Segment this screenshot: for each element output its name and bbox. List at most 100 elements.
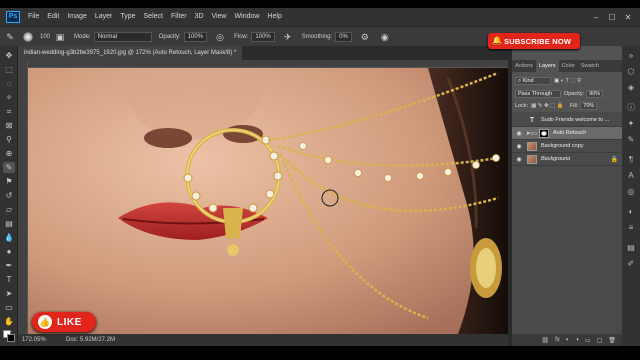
pressure-opacity-icon[interactable]: ◎ bbox=[214, 31, 226, 43]
opacity-field[interactable]: 100% bbox=[183, 31, 208, 42]
brush-settings-icon[interactable]: ▣ bbox=[54, 31, 66, 43]
menu-help[interactable]: Help bbox=[263, 8, 285, 26]
lock-fill-row: Lock: ▦ ✎ ✥ ⬚ 🔒 Fill: 70% bbox=[515, 101, 619, 111]
hand-tool-icon[interactable]: ✋ bbox=[3, 316, 15, 327]
filter-icons[interactable]: ▣ ◐ T ⬚ ⚲ bbox=[554, 78, 581, 84]
layer-name: Sudo Friends welcome to ... bbox=[541, 117, 610, 123]
expand-panels-icon[interactable]: » bbox=[625, 50, 637, 62]
layers-icon[interactable]: ◈ bbox=[625, 82, 637, 94]
eraser-icon[interactable]: ▱ bbox=[3, 204, 15, 215]
properties-icon[interactable]: ≡ bbox=[625, 222, 637, 234]
paragraph-icon[interactable]: ¶ bbox=[625, 154, 637, 166]
brush-preset-picker[interactable] bbox=[23, 31, 33, 42]
blend-opacity-row: Pass Through Opacity: 90% bbox=[515, 89, 619, 99]
menu-filter[interactable]: Filter bbox=[167, 8, 191, 26]
add-mask-icon[interactable]: ◐ bbox=[566, 337, 570, 343]
airbrush-icon[interactable]: ✈ bbox=[282, 31, 294, 43]
eyedropper-icon[interactable]: ⚲ bbox=[3, 134, 15, 145]
history-brush-icon[interactable]: ↺ bbox=[3, 190, 15, 201]
bulb-icon[interactable]: ✦ bbox=[625, 118, 637, 130]
lock-icons[interactable]: ▦ ✎ ✥ ⬚ 🔒 bbox=[531, 103, 564, 109]
like-label: LIKE bbox=[57, 316, 82, 328]
background-color-swatch[interactable] bbox=[7, 334, 15, 342]
pen-tool-icon[interactable]: ✒ bbox=[3, 260, 15, 271]
new-group-icon[interactable]: ▭ bbox=[585, 337, 591, 344]
menu-edit[interactable]: Edit bbox=[43, 8, 63, 26]
menu-image[interactable]: Image bbox=[63, 8, 90, 26]
path-selection-icon[interactable]: ➤ bbox=[3, 288, 15, 299]
brush-tool-icon[interactable]: ✎ bbox=[3, 162, 15, 173]
gradient-tool-icon[interactable]: ▤ bbox=[3, 218, 15, 229]
menu-select[interactable]: Select bbox=[140, 8, 167, 26]
link-layers-icon[interactable]: ⛓ bbox=[541, 337, 549, 344]
pressure-size-icon[interactable]: ◉ bbox=[379, 31, 391, 43]
blur-tool-icon[interactable]: 💧 bbox=[3, 232, 15, 243]
healing-brush-icon[interactable]: ⊕ bbox=[3, 148, 15, 159]
smoothing-options-icon[interactable]: ⚙ bbox=[359, 31, 371, 43]
info-icon[interactable]: ⓘ bbox=[625, 102, 637, 114]
trash-icon[interactable]: 🗑 bbox=[608, 337, 616, 344]
opacity-label: Opacity: bbox=[564, 91, 585, 97]
subscribe-button[interactable]: 🔔 SUBSCRIBE NOW bbox=[488, 33, 580, 49]
move-tool-icon[interactable]: ✥ bbox=[3, 50, 15, 61]
minimize-button[interactable]: – bbox=[588, 13, 604, 22]
layer-row[interactable]: T Sudo Friends welcome to ... bbox=[512, 114, 622, 127]
like-button[interactable]: 👍 LIKE bbox=[32, 312, 96, 332]
brush-settings-icon[interactable]: ✎ bbox=[625, 134, 637, 146]
photoshop-logo: Ps bbox=[6, 11, 20, 23]
blend-mode-select[interactable]: Pass Through bbox=[515, 90, 561, 98]
document-tab[interactable]: indian-wedding-g3b2be3975_1920.jpg @ 172… bbox=[18, 46, 243, 60]
vertical-ruler[interactable] bbox=[18, 60, 28, 334]
tab-swatch[interactable]: Swatch bbox=[578, 60, 602, 72]
crop-tool-icon[interactable]: ⌗ bbox=[3, 106, 15, 117]
character-icon[interactable]: A bbox=[625, 170, 637, 182]
layer-opacity-field[interactable]: 90% bbox=[586, 90, 604, 98]
new-layer-icon[interactable]: ▢ bbox=[597, 337, 603, 344]
layer-row[interactable]: ◉ Background copy bbox=[512, 140, 622, 153]
tab-actions[interactable]: Actions bbox=[512, 60, 536, 72]
adjustment-layer-icon[interactable]: ◑ bbox=[575, 337, 579, 343]
clone-stamp-icon[interactable]: ⚑ bbox=[3, 176, 15, 187]
menu-file[interactable]: File bbox=[24, 8, 43, 26]
menu-window[interactable]: Window bbox=[231, 8, 264, 26]
close-button[interactable]: ✕ bbox=[620, 13, 636, 22]
lasso-tool-icon[interactable]: ◌ bbox=[3, 78, 15, 89]
3d-icon[interactable]: ⬡ bbox=[625, 66, 637, 78]
kind-filter-select[interactable]: ⌕ Kind bbox=[515, 77, 551, 85]
glyphs-icon[interactable]: ◎ bbox=[625, 186, 637, 198]
eye-icon[interactable]: ◉ bbox=[515, 130, 523, 137]
paths-icon[interactable]: ✐ bbox=[625, 258, 637, 270]
layer-mask-thumbnail[interactable] bbox=[539, 128, 549, 138]
mode-label: Mode: bbox=[74, 33, 91, 40]
smoothing-field[interactable]: 0% bbox=[335, 31, 352, 42]
fill-field[interactable]: 70% bbox=[580, 102, 598, 110]
fx-icon[interactable]: fx bbox=[555, 337, 560, 343]
marquee-tool-icon[interactable]: ⬚ bbox=[3, 64, 15, 75]
dodge-tool-icon[interactable]: ● bbox=[3, 246, 15, 257]
channels-icon[interactable]: ▤ bbox=[625, 242, 637, 254]
eye-icon[interactable]: ◉ bbox=[515, 156, 523, 163]
type-tool-icon[interactable]: T bbox=[3, 274, 15, 285]
menu-view[interactable]: View bbox=[208, 8, 231, 26]
mode-select[interactable]: Normal bbox=[93, 31, 152, 42]
shape-tool-icon[interactable]: ▭ bbox=[3, 302, 15, 313]
layer-row[interactable]: ◉ Background 🔒 bbox=[512, 153, 622, 166]
layers-list: T Sudo Friends welcome to ... ◉ ▸▭ Auto … bbox=[512, 112, 622, 334]
horizontal-ruler[interactable] bbox=[28, 60, 508, 68]
tab-color[interactable]: Color bbox=[559, 60, 578, 72]
eye-icon[interactable]: ◉ bbox=[515, 143, 523, 150]
tab-layers[interactable]: Layers bbox=[536, 60, 559, 72]
flow-field[interactable]: 100% bbox=[251, 31, 275, 42]
maximize-button[interactable]: ☐ bbox=[604, 13, 620, 22]
menu-3d[interactable]: 3D bbox=[191, 8, 208, 26]
zoom-level[interactable]: 172.05% bbox=[22, 334, 46, 346]
panel-tabs: Actions Layers Color Swatch bbox=[512, 60, 622, 72]
layer-row[interactable]: ◉ ▸▭ Auto Retouch bbox=[512, 127, 622, 140]
frame-tool-icon[interactable]: ⊠ bbox=[3, 120, 15, 131]
menu-type[interactable]: Type bbox=[116, 8, 139, 26]
menu-layer[interactable]: Layer bbox=[91, 8, 117, 26]
document-canvas[interactable] bbox=[28, 68, 508, 334]
brush-tool-icon[interactable]: ✎ bbox=[4, 31, 16, 43]
magic-wand-icon[interactable]: ✧ bbox=[3, 92, 15, 103]
adjustments-icon[interactable]: ◐ bbox=[625, 206, 637, 218]
